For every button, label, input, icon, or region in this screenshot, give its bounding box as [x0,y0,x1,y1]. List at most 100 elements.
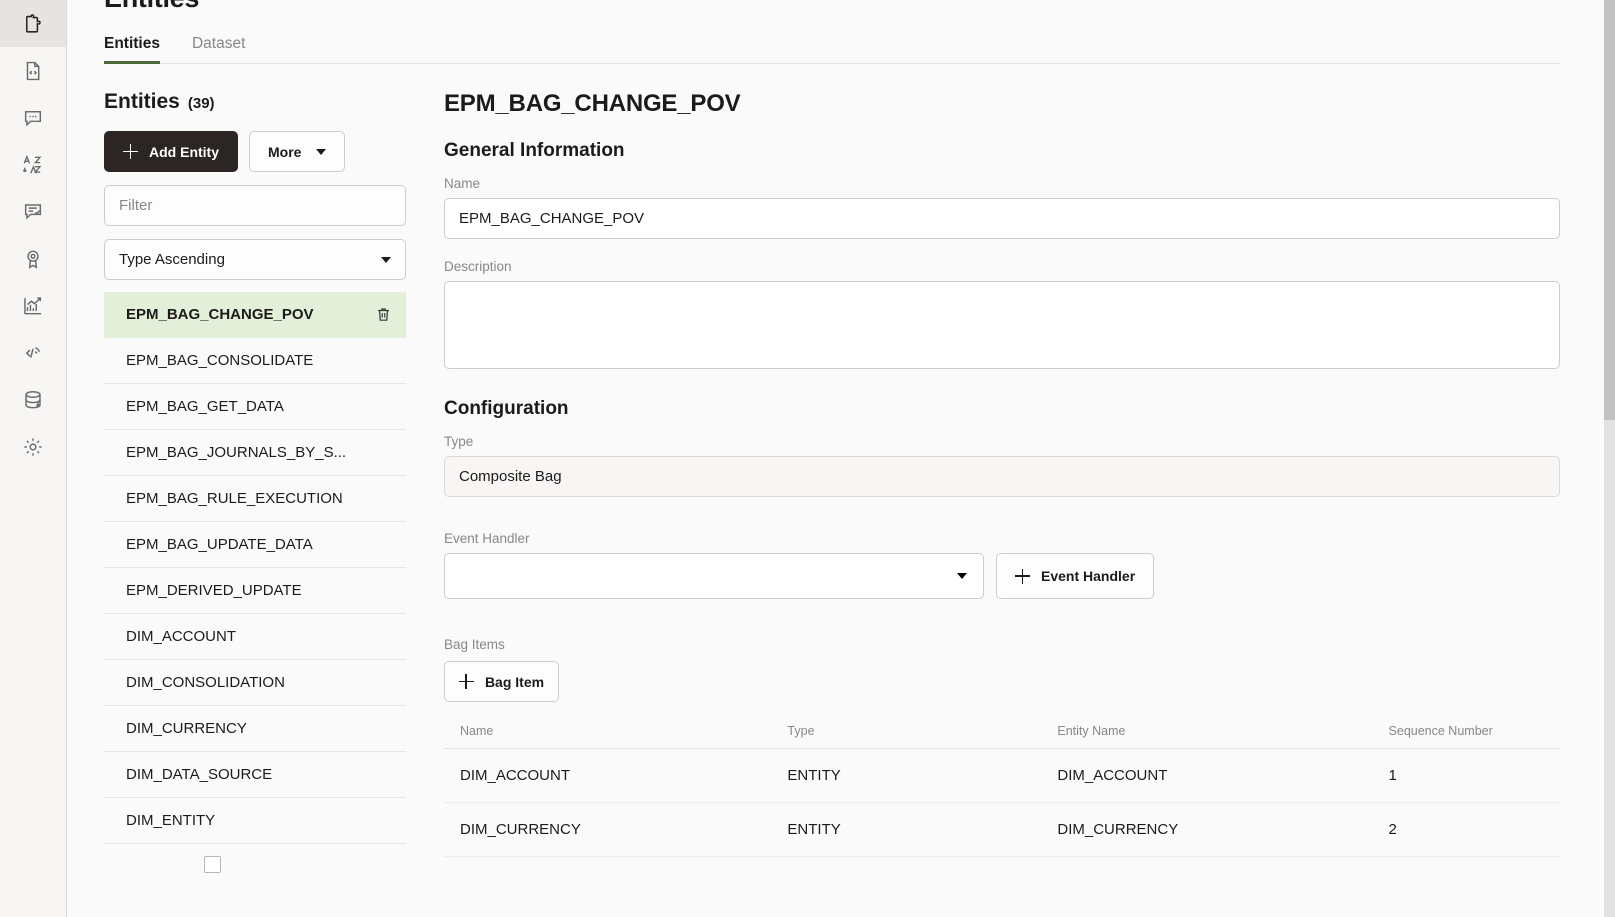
plus-icon [123,144,138,159]
rail-item-chat-bubble[interactable] [0,94,66,141]
description-textarea[interactable] [444,281,1560,369]
message-check-icon [22,201,44,223]
tab-dataset[interactable]: Dataset [192,36,245,65]
more-button[interactable]: More [249,131,345,172]
list-item[interactable]: DIM_CONSOLIDATION [104,660,406,706]
checkbox-partial[interactable] [204,856,221,873]
entity-name: DIM_CONSOLIDATION [126,674,285,691]
chevron-down-icon [957,573,967,579]
add-bag-item-button[interactable]: Bag Item [444,661,559,702]
rail-item-puzzle-piece[interactable] [0,0,66,47]
list-item[interactable]: EPM_BAG_CHANGE_POV [104,292,406,338]
list-item[interactable]: EPM_BAG_UPDATE_DATA [104,522,406,568]
rail-item-settings[interactable] [0,423,66,470]
cell-name: DIM_ACCOUNT [444,749,771,803]
rail-item-chart-trend[interactable] [0,282,66,329]
table-header-row: Name Type Entity Name Sequence Number [444,724,1560,749]
rail-item-database-download[interactable] [0,376,66,423]
sort-select[interactable]: Type Ascending [104,239,406,280]
icon-rail [0,0,67,917]
entities-action-row: Add Entity More [104,131,406,172]
add-entity-button[interactable]: Add Entity [104,131,238,172]
list-item[interactable]: EPM_BAG_GET_DATA [104,384,406,430]
cell-type: ENTITY [771,803,1041,857]
entity-name: DIM_DATA_SOURCE [126,766,272,783]
table-head: Name Type Entity Name Sequence Number [444,724,1560,749]
cell-name: DIM_CURRENCY [444,803,771,857]
entity-name: EPM_DERIVED_UPDATE [126,582,302,599]
main-content: Entities Entities Dataset Entities (39) … [67,0,1615,917]
entity-name: EPM_BAG_UPDATE_DATA [126,536,313,553]
rail-item-message-check[interactable] [0,188,66,235]
cell-sequence-number: 1 [1373,749,1560,803]
list-item[interactable]: EPM_DERIVED_UPDATE [104,568,406,614]
entity-list: EPM_BAG_CHANGE_POV EPM_BAG_CONSOLIDATE [104,292,406,844]
chat-bubble-icon [22,107,44,129]
name-label: Name [444,176,1560,191]
event-handler-label: Event Handler [444,531,1560,546]
entity-name: EPM_BAG_CHANGE_POV [126,306,314,323]
cell-type: ENTITY [771,749,1041,803]
list-item[interactable]: EPM_BAG_JOURNALS_BY_S... [104,430,406,476]
table-body: DIM_ACCOUNT ENTITY DIM_ACCOUNT 1 DIM_CUR… [444,749,1560,857]
list-item[interactable]: EPM_BAG_CONSOLIDATE [104,338,406,384]
list-item[interactable]: DIM_ENTITY [104,798,406,844]
event-handler-select[interactable] [444,553,984,599]
entities-count: (39) [188,95,215,112]
type-field-group: Type Composite Bag [444,434,1560,497]
add-event-handler-button[interactable]: Event Handler [996,553,1154,599]
content-body: Entities (39) Add Entity More Type Asc [104,64,1560,877]
entity-name: DIM_ACCOUNT [126,628,236,645]
chart-trend-icon [22,295,44,317]
page-title: Entities [104,0,1560,13]
entity-name: EPM_BAG_CONSOLIDATE [126,352,313,369]
description-field-group: Description [444,259,1560,374]
column-header-name: Name [444,724,771,749]
add-event-handler-label: Event Handler [1041,568,1135,584]
page-scrollbar[interactable] [1604,0,1615,917]
cell-entity-name: DIM_ACCOUNT [1041,749,1372,803]
event-handler-row: Event Handler [444,553,1560,599]
list-item[interactable]: EPM_BAG_RULE_EXECUTION [104,476,406,522]
cell-entity-name: DIM_CURRENCY [1041,803,1372,857]
configuration-heading: Configuration [444,398,1560,420]
list-item[interactable]: DIM_ACCOUNT [104,614,406,660]
column-header-entity-name: Entity Name [1041,724,1372,749]
rail-item-file-code[interactable] [0,47,66,94]
rail-item-badge-award[interactable] [0,235,66,282]
add-bag-item-label: Bag Item [485,674,544,690]
add-entity-label: Add Entity [149,144,219,160]
puzzle-piece-icon [22,13,44,35]
code-broadcast-icon [22,342,44,364]
database-download-icon [22,389,44,411]
file-code-icon [22,60,44,82]
description-label: Description [444,259,1560,274]
type-input: Composite Bag [444,456,1560,497]
tab-entities[interactable]: Entities [104,36,160,65]
list-item[interactable]: DIM_DATA_SOURCE [104,752,406,798]
page-scrollbar-thumb[interactable] [1604,0,1615,420]
entities-panel: Entities (39) Add Entity More Type Asc [104,90,406,877]
bag-items-table: Name Type Entity Name Sequence Number DI… [444,724,1560,857]
more-label: More [268,144,301,160]
badge-award-icon [22,248,44,270]
table-row[interactable]: DIM_ACCOUNT ENTITY DIM_ACCOUNT 1 [444,749,1560,803]
entities-heading: Entities [104,90,180,114]
gear-icon [22,436,44,458]
type-label: Type [444,434,1560,449]
name-input[interactable]: EPM_BAG_CHANGE_POV [444,198,1560,239]
plus-icon [1015,569,1030,584]
column-header-sequence-number: Sequence Number [1373,724,1560,749]
entity-detail-title: EPM_BAG_CHANGE_POV [444,90,1560,118]
tab-bar: Entities Dataset [104,26,1560,64]
chevron-down-icon [381,257,391,263]
entity-name: EPM_BAG_RULE_EXECUTION [126,490,343,507]
trash-icon[interactable] [375,306,392,323]
filter-input[interactable] [104,185,406,226]
table-row[interactable]: DIM_CURRENCY ENTITY DIM_CURRENCY 2 [444,803,1560,857]
rail-item-code-broadcast[interactable] [0,329,66,376]
rail-item-translate[interactable] [0,141,66,188]
name-field-group: Name EPM_BAG_CHANGE_POV [444,176,1560,239]
list-item[interactable]: DIM_CURRENCY [104,706,406,752]
plus-icon [459,674,474,689]
